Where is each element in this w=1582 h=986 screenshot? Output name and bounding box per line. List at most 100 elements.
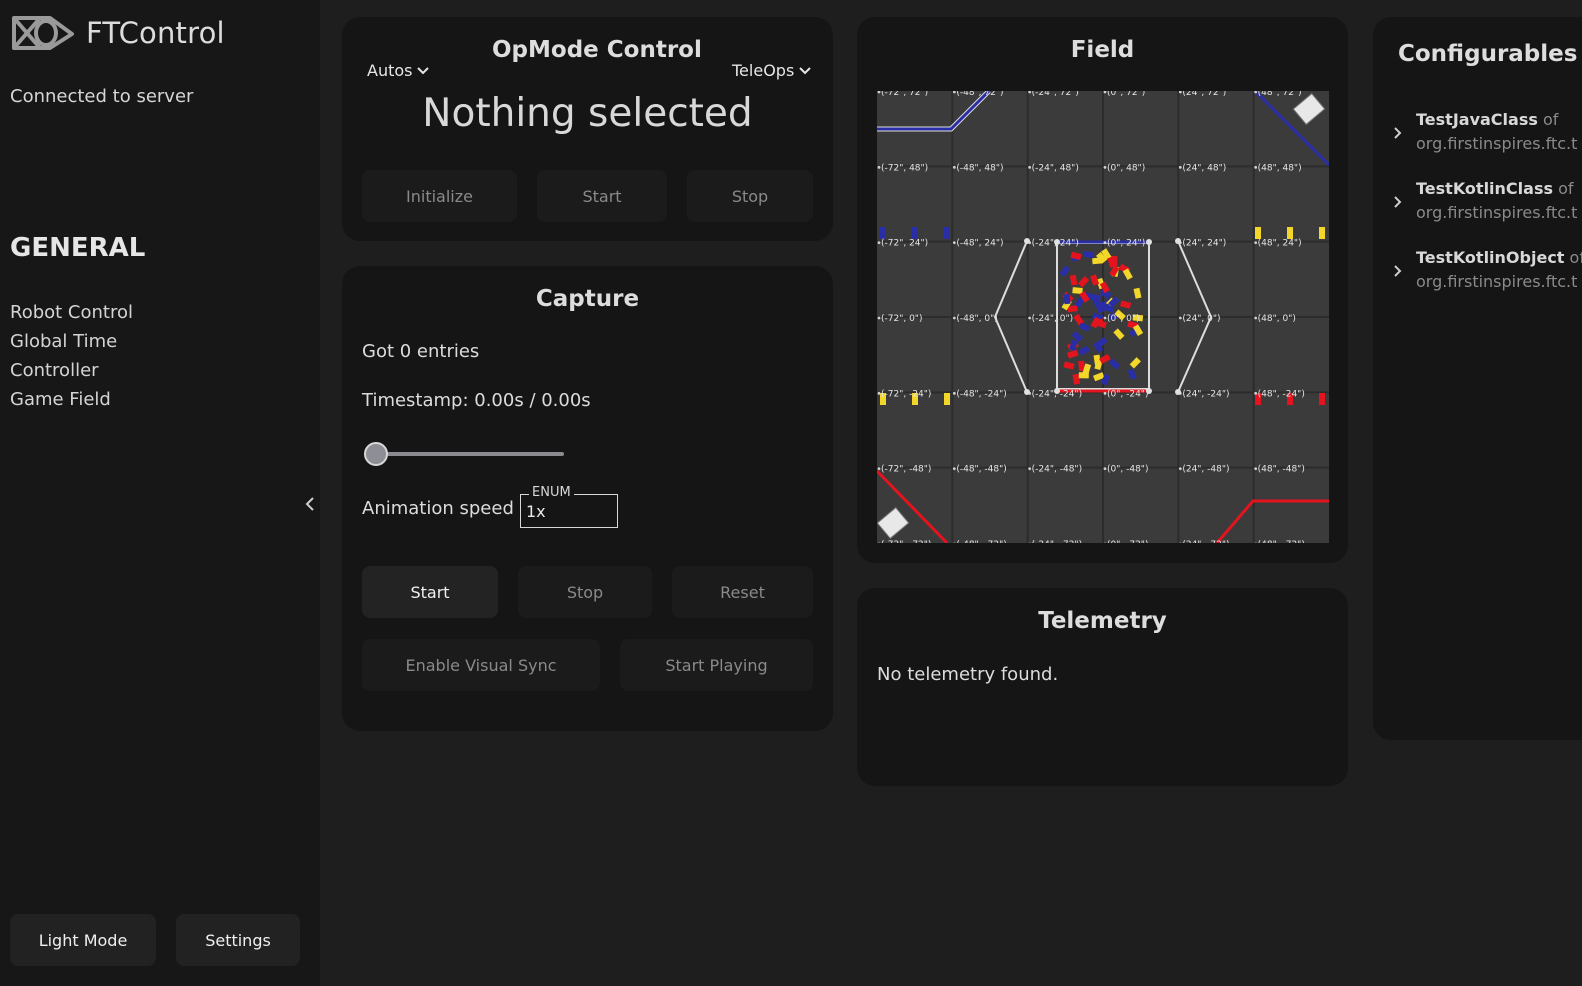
submersible-corner bbox=[1054, 239, 1060, 245]
chevron-left-icon bbox=[305, 497, 314, 511]
spike-sample bbox=[944, 227, 950, 239]
collapse-sidebar-button[interactable] bbox=[302, 494, 318, 514]
capture-stop-button[interactable]: Stop bbox=[518, 566, 652, 618]
grid-point bbox=[1254, 241, 1258, 245]
grid-point bbox=[1178, 165, 1182, 169]
grid-point bbox=[1178, 316, 1182, 320]
grid-coordinate-label: (48", -72") bbox=[1258, 540, 1305, 543]
grid-point bbox=[1254, 467, 1258, 471]
speed-field-label: ENUM bbox=[529, 485, 574, 500]
field-title: Field bbox=[1070, 37, 1135, 63]
submersible-corner bbox=[1146, 239, 1152, 245]
animation-speed-select[interactable]: ENUM 1x bbox=[520, 485, 618, 528]
grid-coordinate-label: (48", 48") bbox=[1258, 163, 1302, 173]
spike-sample bbox=[912, 227, 918, 239]
grid-coordinate-label: (-24", -48") bbox=[1032, 465, 1082, 475]
grid-coordinate-label: (-48", 48") bbox=[956, 163, 1003, 173]
grid-coordinate-label: (-48", -48") bbox=[956, 465, 1006, 475]
grid-point bbox=[877, 391, 881, 395]
grid-point bbox=[952, 241, 956, 245]
enable-visual-sync-button[interactable]: Enable Visual Sync bbox=[362, 639, 600, 691]
submersible-corner bbox=[1054, 388, 1060, 394]
grid-point bbox=[952, 391, 956, 395]
sidebar-item-game-field[interactable]: Game Field bbox=[10, 385, 133, 414]
grid-coordinate-label: (0", -24") bbox=[1107, 389, 1148, 399]
opmode-stop-button[interactable]: Stop bbox=[687, 170, 813, 222]
grid-coordinate-label: (48", -24") bbox=[1258, 389, 1305, 399]
initialize-button[interactable]: Initialize bbox=[362, 170, 517, 222]
sidebar-item-controller[interactable]: Controller bbox=[10, 356, 133, 385]
slider-thumb[interactable] bbox=[364, 442, 388, 466]
grid-point bbox=[1103, 391, 1107, 395]
telemetry-title: Telemetry bbox=[1038, 608, 1167, 634]
spike-sample bbox=[1287, 227, 1293, 239]
capture-start-button[interactable]: Start bbox=[362, 566, 498, 618]
configurable-name: TestKotlinObject bbox=[1416, 248, 1565, 267]
grid-point bbox=[1178, 467, 1182, 471]
spike-sample bbox=[1319, 227, 1325, 239]
grid-coordinate-label: (24", 0") bbox=[1182, 314, 1220, 324]
submersible-corner bbox=[1024, 238, 1030, 244]
grid-point bbox=[952, 165, 956, 169]
sample-piece bbox=[1072, 287, 1083, 294]
grid-coordinate-label: (24", -72") bbox=[1182, 540, 1229, 543]
field-map[interactable]: (-72", 72") (-48", 72") (-24", 72") (0", 72… bbox=[877, 91, 1329, 543]
opmode-control-card: Autos OpMode Control TeleOps Nothing sel… bbox=[342, 17, 833, 241]
grid-point bbox=[1254, 391, 1258, 395]
of-label: of bbox=[1542, 110, 1559, 129]
submersible-corner bbox=[1024, 389, 1030, 395]
light-mode-button[interactable]: Light Mode bbox=[10, 914, 156, 966]
grid-coordinate-label: (-72", 24") bbox=[881, 239, 928, 249]
configurable-package: org.firstinspires.ftc.t bbox=[1416, 134, 1578, 153]
grid-coordinate-label: (24", -48") bbox=[1182, 465, 1229, 475]
spike-sample bbox=[1255, 227, 1261, 239]
autos-dropdown[interactable]: Autos bbox=[367, 61, 430, 80]
grid-coordinate-label: (-72", -72") bbox=[881, 540, 931, 543]
capture-reset-button[interactable]: Reset bbox=[672, 566, 813, 618]
grid-point bbox=[952, 467, 956, 471]
chevron-right-icon bbox=[1394, 196, 1402, 208]
timeline-slider[interactable] bbox=[364, 442, 564, 466]
sidebar-nav: Robot Control Global Time Controller Gam… bbox=[10, 298, 133, 414]
grid-point bbox=[877, 165, 881, 169]
configurable-package: org.firstinspires.ftc.t bbox=[1416, 272, 1578, 291]
configurable-package: org.firstinspires.ftc.t bbox=[1416, 203, 1578, 222]
logo-icon bbox=[12, 16, 74, 50]
sample-piece bbox=[1063, 293, 1071, 305]
app-title: FTControl bbox=[86, 16, 225, 50]
grid-coordinate-label: (-48", 72") bbox=[956, 91, 1003, 98]
sidebar-item-global-time[interactable]: Global Time bbox=[10, 327, 133, 356]
telemetry-empty-message: No telemetry found. bbox=[877, 664, 1059, 685]
grid-coordinate-label: (-24", 0") bbox=[1032, 314, 1073, 324]
grid-point bbox=[1254, 316, 1258, 320]
grid-point bbox=[1103, 241, 1107, 245]
logo: FTControl bbox=[10, 12, 225, 54]
sidebar-item-robot-control[interactable]: Robot Control bbox=[10, 298, 133, 327]
grid-coordinate-label: (24", -24") bbox=[1182, 389, 1229, 399]
chevron-right-icon bbox=[1394, 265, 1402, 277]
telemetry-card: Telemetry No telemetry found. bbox=[857, 588, 1348, 786]
spike-sample bbox=[880, 227, 886, 239]
grid-point bbox=[1028, 316, 1032, 320]
grid-coordinate-label: (-72", 72") bbox=[881, 91, 928, 98]
teleops-dropdown[interactable]: TeleOps bbox=[732, 61, 812, 80]
grid-coordinate-label: (-24", -72") bbox=[1032, 540, 1082, 543]
grid-coordinate-label: (48", -48") bbox=[1258, 465, 1305, 475]
settings-button[interactable]: Settings bbox=[176, 914, 300, 966]
submersible-corner bbox=[1175, 389, 1181, 395]
sidebar: FTControl Connected to server GENERAL Ro… bbox=[0, 0, 320, 986]
grid-point bbox=[1254, 165, 1258, 169]
grid-coordinate-label: (48", 72") bbox=[1258, 91, 1302, 98]
grid-coordinate-label: (-24", 72") bbox=[1032, 91, 1079, 98]
chevron-down-icon bbox=[799, 66, 811, 74]
selected-opmode: Nothing selected bbox=[422, 91, 753, 136]
grid-coordinate-label: (-48", 0") bbox=[956, 314, 997, 324]
grid-coordinate-label: (-72", 0") bbox=[881, 314, 922, 324]
teleops-label: TeleOps bbox=[732, 61, 795, 80]
configurable-name: TestKotlinClass bbox=[1416, 179, 1553, 198]
opmode-start-button[interactable]: Start bbox=[537, 170, 667, 222]
spike-sample bbox=[1319, 393, 1325, 405]
grid-coordinate-label: (48", 0") bbox=[1258, 314, 1296, 324]
start-playing-button[interactable]: Start Playing bbox=[620, 639, 813, 691]
of-label: of bbox=[1569, 248, 1582, 267]
